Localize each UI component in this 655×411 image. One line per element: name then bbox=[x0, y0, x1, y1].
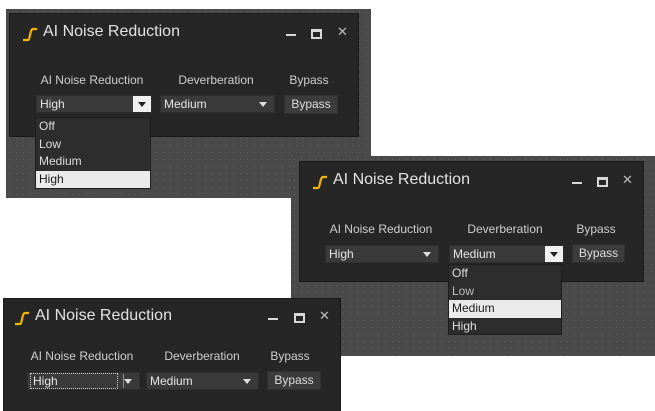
option-high[interactable]: High bbox=[449, 318, 561, 336]
deverberation-dropdown[interactable]: Medium bbox=[146, 372, 259, 390]
option-off[interactable]: Off bbox=[36, 118, 150, 136]
option-medium[interactable]: Medium bbox=[36, 153, 150, 171]
bypass-label: Bypass bbox=[289, 73, 329, 87]
window-title: AI Noise Reduction bbox=[35, 307, 172, 324]
close-icon[interactable]: ✕ bbox=[622, 173, 633, 187]
window-title: AI Noise Reduction bbox=[43, 23, 180, 40]
option-high[interactable]: High bbox=[36, 170, 150, 188]
curve-logo-icon bbox=[23, 27, 37, 42]
bypass-label: Bypass bbox=[576, 222, 616, 236]
chevron-down-icon bbox=[124, 379, 132, 384]
noise-reduction-label: AI Noise Reduction bbox=[40, 73, 144, 87]
window-title: AI Noise Reduction bbox=[333, 171, 470, 188]
maximize-icon[interactable] bbox=[294, 313, 305, 323]
noise-reduction-label: AI Noise Reduction bbox=[329, 222, 433, 236]
option-off[interactable]: Off bbox=[449, 265, 561, 283]
deverberation-label: Deverberation bbox=[178, 73, 254, 87]
chevron-down-icon bbox=[259, 102, 267, 107]
dropdown-value: Medium bbox=[150, 374, 193, 388]
chevron-down-icon bbox=[243, 379, 251, 384]
title-bar[interactable]: AI Noise Reduction ✕ bbox=[4, 299, 340, 339]
noise-reduction-dropdown[interactable]: High bbox=[27, 372, 140, 390]
maximize-icon[interactable] bbox=[597, 177, 608, 187]
deverberation-dropdown[interactable]: Medium bbox=[160, 95, 275, 113]
chevron-down-icon bbox=[550, 252, 558, 257]
title-bar[interactable]: AI Noise Reduction ✕ bbox=[300, 162, 643, 202]
plugin-window-3: AI Noise Reduction ✕ AI Noise Reduction … bbox=[3, 298, 341, 411]
deverberation-dropdown[interactable]: Medium bbox=[449, 245, 564, 263]
option-low[interactable]: Low bbox=[449, 283, 561, 301]
close-icon[interactable]: ✕ bbox=[337, 25, 348, 39]
dropdown-value: High bbox=[30, 373, 118, 389]
deverberation-options-list: Off Low Medium High bbox=[448, 264, 562, 335]
dropdown-value: High bbox=[329, 247, 354, 261]
bypass-button[interactable]: Bypass bbox=[572, 244, 625, 263]
close-icon[interactable]: ✕ bbox=[319, 309, 330, 323]
dropdown-value: Medium bbox=[453, 247, 496, 261]
noise-reduction-label: AI Noise Reduction bbox=[30, 349, 134, 363]
noise-reduction-dropdown[interactable]: High bbox=[36, 95, 152, 113]
curve-logo-icon bbox=[15, 311, 29, 326]
minimize-icon[interactable] bbox=[572, 182, 582, 184]
noise-reduction-dropdown[interactable]: High bbox=[325, 245, 439, 263]
curve-logo-icon bbox=[313, 175, 327, 190]
option-medium[interactable]: Medium bbox=[449, 300, 561, 318]
title-bar[interactable]: AI Noise Reduction ✕ bbox=[10, 14, 358, 54]
maximize-icon[interactable] bbox=[311, 29, 322, 39]
bypass-button[interactable]: Bypass bbox=[284, 95, 338, 114]
deverberation-label: Deverberation bbox=[164, 349, 240, 363]
noise-reduction-options-list: Off Low Medium High bbox=[35, 117, 151, 189]
deverberation-label: Deverberation bbox=[467, 222, 543, 236]
dropdown-value: High bbox=[40, 97, 65, 111]
chevron-down-icon bbox=[138, 102, 146, 107]
minimize-icon[interactable] bbox=[268, 318, 278, 320]
bypass-button[interactable]: Bypass bbox=[267, 371, 321, 390]
bypass-label: Bypass bbox=[270, 349, 310, 363]
dropdown-value: Medium bbox=[164, 97, 207, 111]
minimize-icon[interactable] bbox=[286, 34, 296, 36]
chevron-down-icon bbox=[423, 252, 431, 257]
option-low[interactable]: Low bbox=[36, 136, 150, 154]
